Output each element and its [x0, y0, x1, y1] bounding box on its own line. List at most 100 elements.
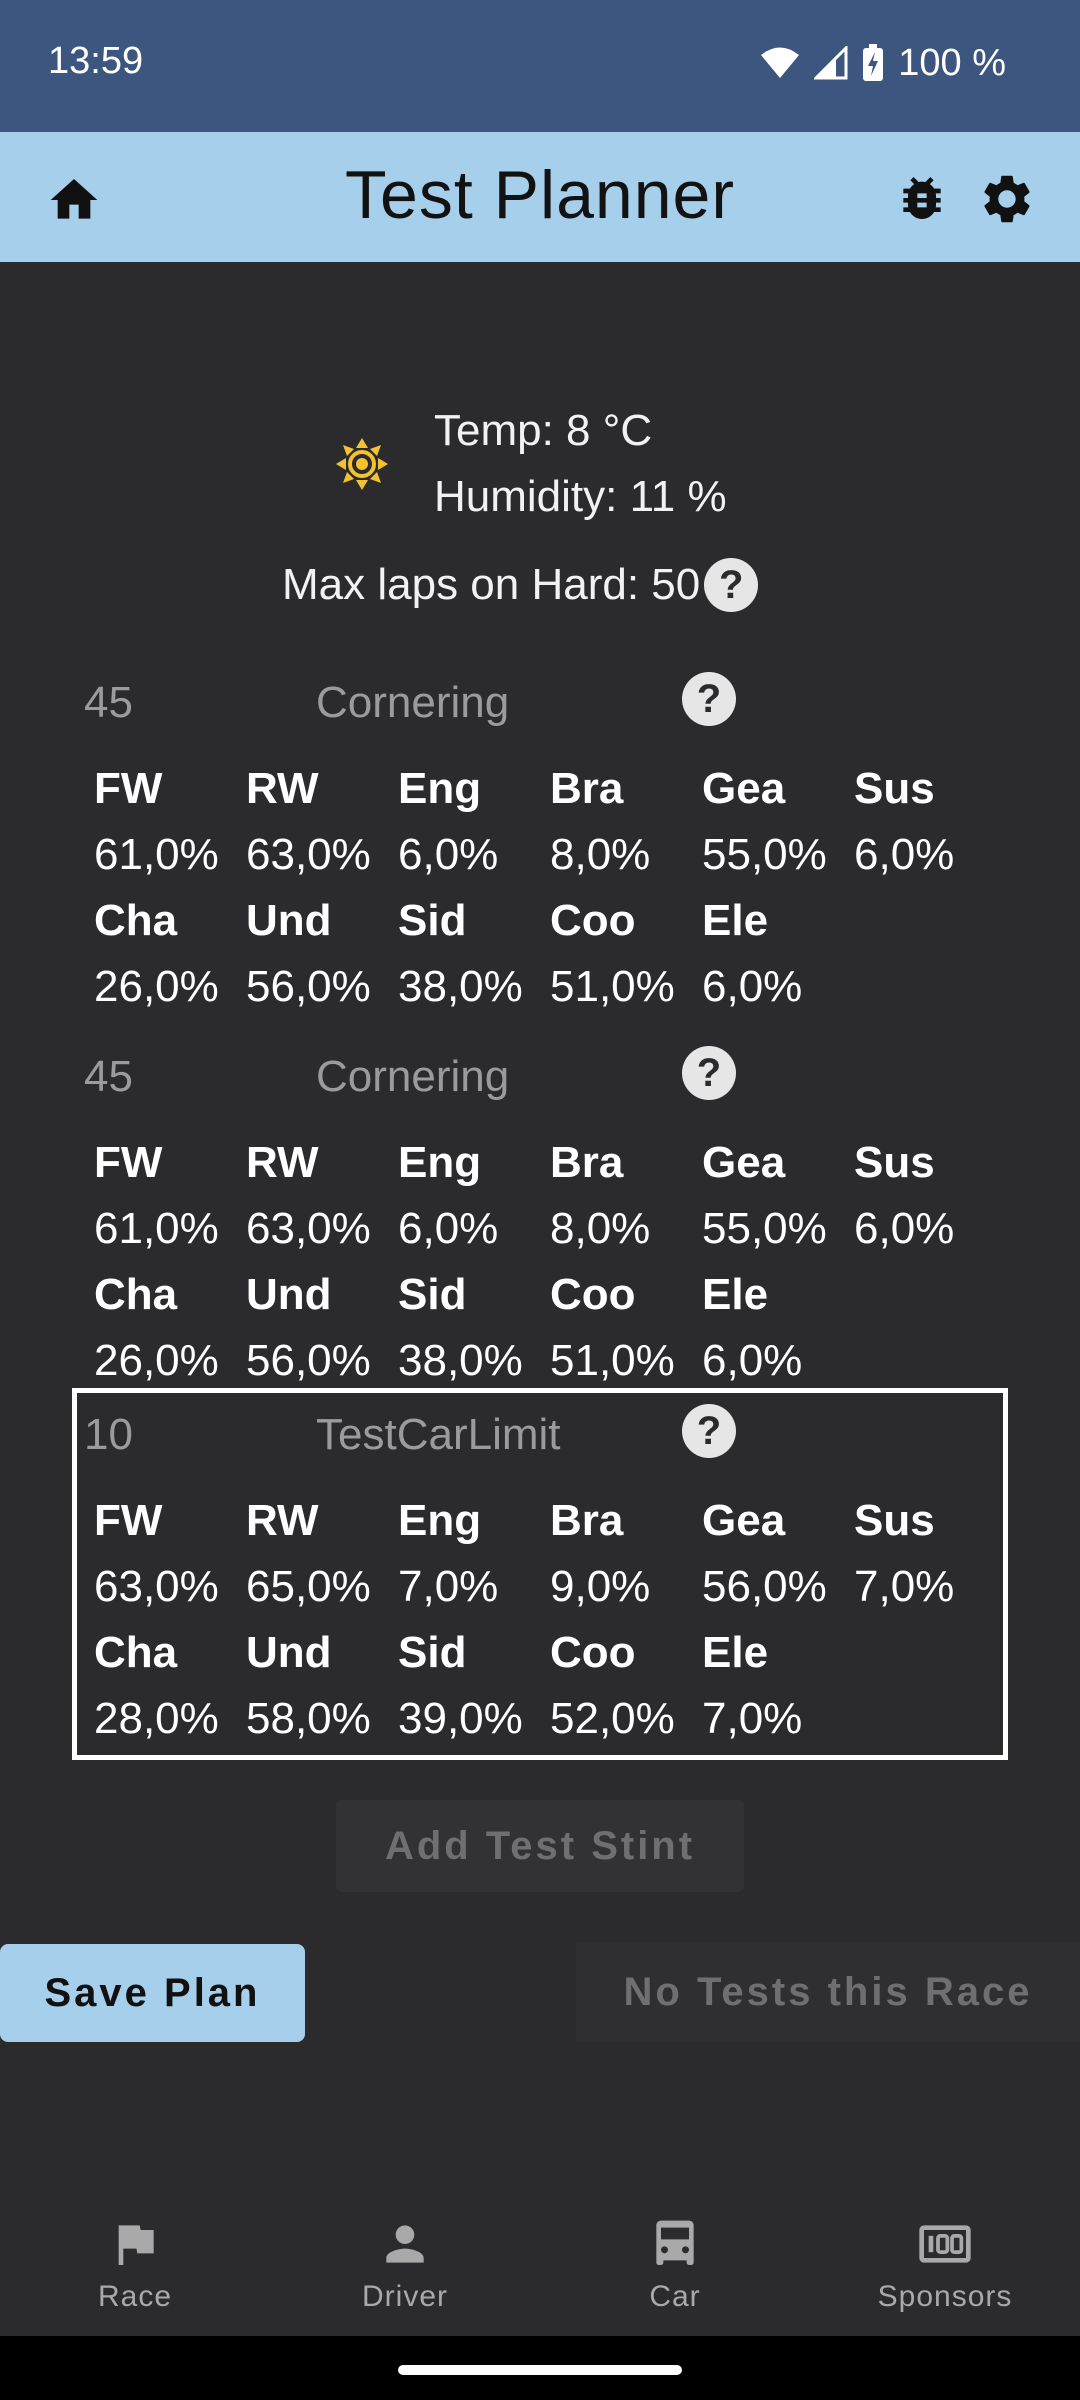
help-icon[interactable]: ? — [682, 1046, 736, 1100]
flag-icon — [118, 2225, 154, 2265]
stat-value: 55,0% — [702, 1204, 827, 1253]
test-stint-card-selected[interactable]: 10 TestCarLimit ? FW RW Eng Bra Gea Sus … — [72, 1388, 1008, 1760]
stat-label: Sus — [854, 1496, 935, 1545]
stat-value: 28,0% — [94, 1694, 219, 1743]
stat-label: Und — [246, 1628, 332, 1677]
stat-value: 9,0% — [550, 1562, 651, 1611]
help-icon[interactable]: ? — [682, 672, 736, 726]
sun-icon — [336, 438, 388, 490]
stat-value: 6,0% — [398, 1204, 499, 1253]
stat-label: FW — [94, 1138, 163, 1187]
stat-label: Bra — [550, 764, 624, 813]
cell-signal-icon — [814, 46, 848, 80]
stint-laps: 10 — [84, 1410, 133, 1459]
stat-value: 61,0% — [94, 830, 219, 879]
max-laps-text: Max laps on Hard: 50 — [282, 560, 701, 609]
status-time: 13:59 — [48, 40, 144, 82]
battery-charging-icon — [863, 44, 884, 81]
stat-value: 6,0% — [854, 830, 955, 879]
stat-value: 58,0% — [246, 1694, 371, 1743]
nav-label: Driver — [362, 2280, 448, 2313]
stat-label: FW — [94, 764, 163, 813]
stat-value: 7,0% — [854, 1562, 955, 1611]
nav-item-car[interactable]: Car — [540, 2190, 810, 2336]
stat-value: 63,0% — [246, 1204, 371, 1253]
stat-label: Eng — [398, 1496, 482, 1545]
stat-value: 55,0% — [702, 830, 827, 879]
stint-laps: 45 — [84, 1052, 133, 1101]
stat-label: Sid — [398, 896, 467, 945]
stat-label: RW — [246, 764, 319, 813]
stat-label: Gea — [702, 764, 786, 813]
gear-icon[interactable] — [978, 170, 1036, 228]
stat-value: 63,0% — [94, 1562, 219, 1611]
stat-label: Coo — [550, 1628, 636, 1677]
nav-item-driver[interactable]: Driver — [270, 2190, 540, 2336]
stat-label: Sid — [398, 1628, 467, 1677]
stat-label: Cha — [94, 1628, 178, 1677]
stat-value: 56,0% — [702, 1562, 827, 1611]
nav-label: Sponsors — [877, 2280, 1013, 2313]
stat-label: Cha — [94, 896, 178, 945]
stat-label: Sid — [398, 1270, 467, 1319]
stat-label: Bra — [550, 1496, 624, 1545]
stat-label-empty — [854, 1628, 1006, 1694]
nav-label: Race — [97, 2280, 173, 2313]
stint-laps: 45 — [84, 678, 133, 727]
stat-label: Ele — [702, 1628, 769, 1677]
stat-value: 61,0% — [94, 1204, 219, 1253]
stat-label: Coo — [550, 1270, 636, 1319]
stat-value: 7,0% — [702, 1694, 803, 1743]
stat-label: Und — [246, 1270, 332, 1319]
stat-label: Bra — [550, 1138, 624, 1187]
test-stint-card[interactable]: 45 Cornering ? FW RW Eng Bra Gea Sus 61,… — [72, 1030, 1008, 1400]
sponsors-icon — [919, 2225, 971, 2263]
save-plan-button[interactable]: Save Plan — [0, 1944, 305, 2042]
stat-label: Ele — [702, 896, 769, 945]
nav-item-sponsors[interactable]: Sponsors — [810, 2190, 1080, 2336]
stat-label: Coo — [550, 896, 636, 945]
no-tests-button[interactable]: No Tests this Race — [576, 1942, 1080, 2042]
stat-label: Eng — [398, 1138, 482, 1187]
status-bar: 13:59 100 % — [0, 0, 1080, 132]
help-icon[interactable]: ? — [682, 1404, 736, 1458]
stat-value: 8,0% — [550, 830, 651, 879]
stat-value: 6,0% — [398, 830, 499, 879]
stint-stats-grid: FW RW Eng Bra Gea Sus 61,0% 63,0% 6,0% 8… — [94, 1138, 1006, 1402]
stat-label: Ele — [702, 1270, 769, 1319]
stat-label: Cha — [94, 1270, 178, 1319]
stint-type[interactable]: Cornering — [316, 1052, 509, 1102]
stint-stats-grid: FW RW Eng Bra Gea Sus 63,0% 65,0% 7,0% 9… — [94, 1496, 1006, 1760]
bottom-nav: Race Driver Car Sponsors — [0, 2190, 1080, 2336]
stat-value: 6,0% — [854, 1204, 955, 1253]
bug-icon[interactable] — [894, 170, 950, 226]
stat-label: Eng — [398, 764, 482, 813]
stat-label: Und — [246, 896, 332, 945]
stat-value: 26,0% — [94, 962, 219, 1011]
app-bar: Test Planner — [0, 132, 1080, 262]
stat-value: 38,0% — [398, 962, 523, 1011]
stat-label: RW — [246, 1496, 319, 1545]
help-icon[interactable]: ? — [704, 558, 759, 612]
car-icon — [656, 2220, 694, 2265]
gesture-handle[interactable] — [398, 2365, 682, 2375]
stint-stats-grid: FW RW Eng Bra Gea Sus 61,0% 63,0% 6,0% 8… — [94, 764, 1006, 1028]
add-test-stint-button[interactable]: Add Test Stint — [336, 1800, 744, 1892]
stat-label: Gea — [702, 1138, 786, 1187]
stat-label: Sus — [854, 1138, 935, 1187]
stat-value: 7,0% — [398, 1562, 499, 1611]
stat-value: 56,0% — [246, 962, 371, 1011]
stat-label: FW — [94, 1496, 163, 1545]
stat-label-empty — [854, 1270, 1006, 1336]
stat-label: Gea — [702, 1496, 786, 1545]
stat-value: 51,0% — [550, 962, 675, 1011]
nav-label: Car — [649, 2280, 701, 2313]
stat-label-empty — [854, 896, 1006, 962]
stint-type[interactable]: TestCarLimit — [316, 1410, 561, 1460]
stat-value: 6,0% — [702, 962, 803, 1011]
test-stint-card[interactable]: 45 Cornering ? FW RW Eng Bra Gea Sus 61,… — [72, 656, 1008, 1026]
nav-item-race[interactable]: Race — [0, 2190, 270, 2336]
stat-value: 8,0% — [550, 1204, 651, 1253]
stint-type[interactable]: Cornering — [316, 678, 509, 728]
person-icon — [386, 2225, 424, 2263]
